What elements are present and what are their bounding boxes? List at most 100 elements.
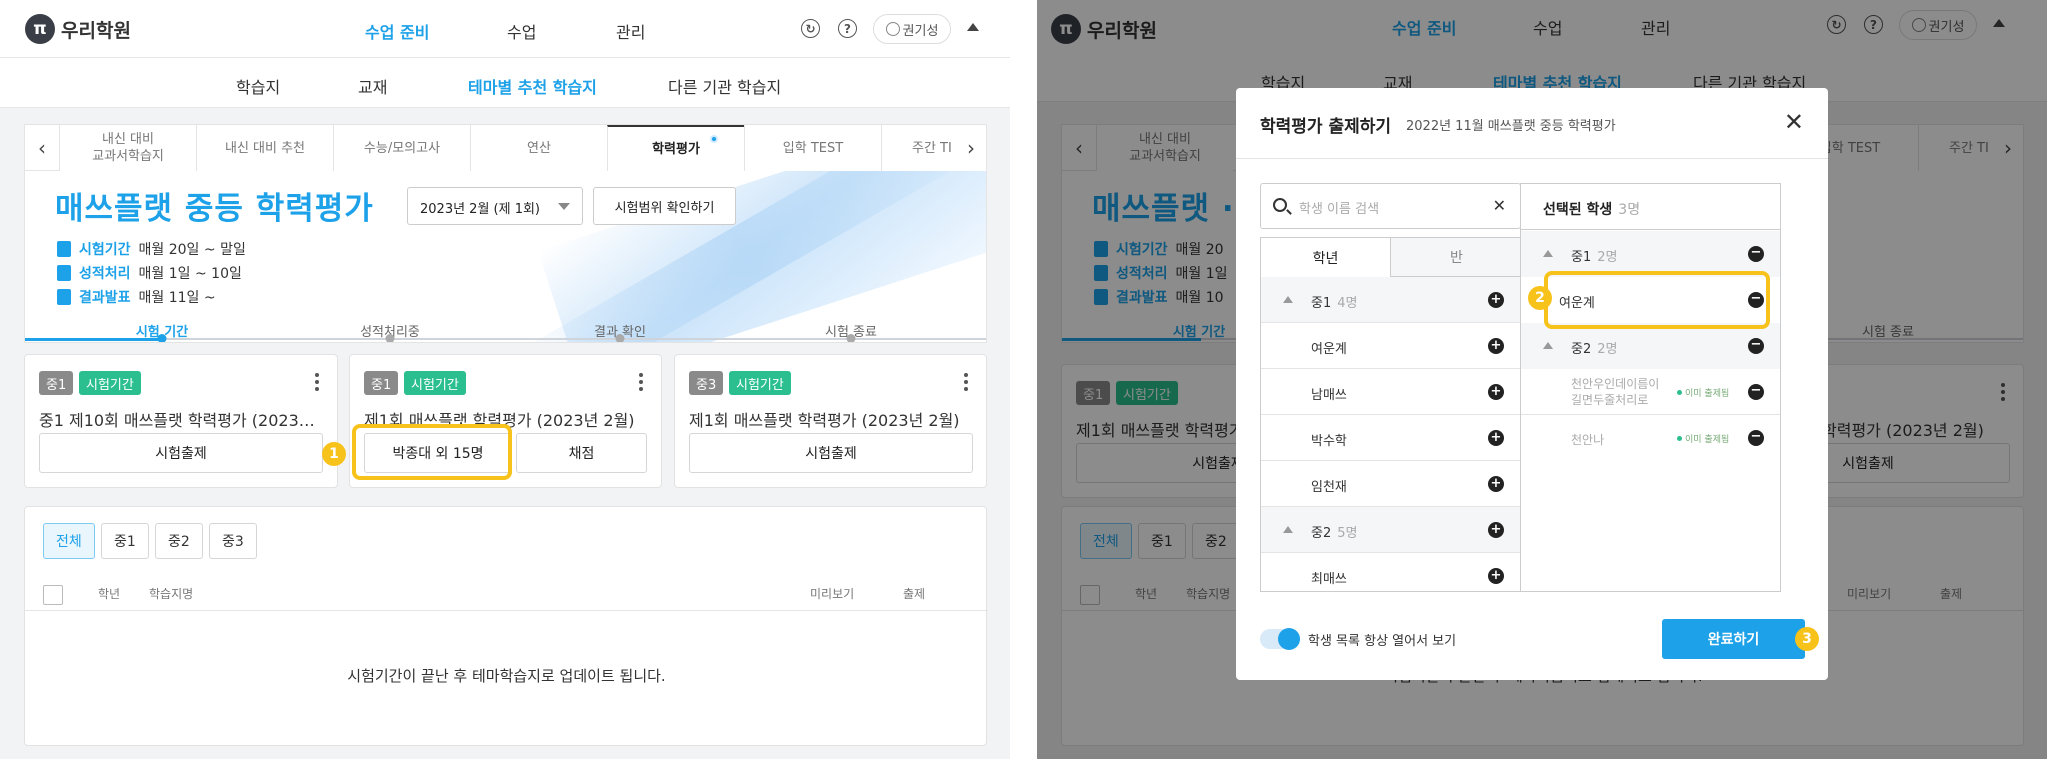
modal-title: 학력평가 출제하기 [1260, 117, 1392, 137]
more-icon[interactable] [315, 373, 319, 391]
group-name: 중1 [1311, 296, 1332, 311]
filter-all[interactable]: 전체 [43, 523, 95, 559]
step-dot [157, 334, 167, 342]
tab-entrance[interactable]: 입학 TEST [744, 125, 881, 171]
grade-button[interactable]: 채점 [516, 433, 647, 473]
close-icon[interactable]: ✕ [1784, 110, 1804, 134]
more-icon[interactable] [639, 373, 643, 391]
card-title: 중1 제10회 매쓰플랫 학력평가 (2023년 2... [39, 411, 327, 430]
collapse-caret-icon[interactable] [967, 23, 979, 31]
done-button[interactable]: 완료하기 [1662, 619, 1805, 659]
worksheet-list: 전체 중1 중2 중3 학년 학습지명 미리보기 출제 시험기간이 끝난 후 테… [24, 506, 988, 746]
add-icon[interactable]: + [1488, 292, 1504, 308]
student-search-input[interactable]: 학생 이름 검색 ✕ [1260, 183, 1521, 229]
list-group[interactable]: 중1 4명 + [1261, 277, 1520, 323]
filter-m3[interactable]: 중3 [209, 523, 257, 559]
student-name: 박수학 [1311, 434, 1347, 449]
add-icon[interactable]: + [1488, 338, 1504, 354]
logo[interactable]: π 우리학원 [25, 14, 131, 44]
tab-arithmetic[interactable]: 연산 [470, 125, 607, 171]
user-name: 권기성 [902, 23, 939, 39]
step-dot [615, 334, 625, 342]
search-placeholder: 학생 이름 검색 [1299, 202, 1380, 217]
create-exam-button[interactable]: 시험출제 [39, 433, 323, 473]
refresh-icon[interactable]: ↻ [801, 19, 820, 38]
collapse-icon[interactable] [1283, 526, 1293, 533]
exam-round-select[interactable]: 2023년 2월 (제 1회) [407, 187, 583, 225]
subnav-textbook[interactable]: 교재 [358, 74, 387, 98]
add-icon[interactable]: + [1488, 384, 1504, 400]
help-icon[interactable]: ? [838, 19, 857, 38]
filter-m1[interactable]: 중1 [101, 523, 149, 559]
tab-next-arrow-icon[interactable]: › [954, 125, 986, 171]
create-exam-button[interactable]: 시험출제 [689, 433, 973, 473]
group-count: 2명 [1597, 342, 1618, 357]
collapse-icon[interactable] [1543, 342, 1553, 349]
tab-class[interactable]: 반 [1391, 238, 1520, 277]
selected-title: 선택된 학생 [1543, 202, 1613, 218]
col-assign: 출제 [903, 587, 926, 601]
toggle-knob [1278, 628, 1300, 650]
always-open-toggle[interactable] [1260, 628, 1300, 650]
tab-school-recommend[interactable]: 내신 대비 추천 [196, 125, 333, 171]
list-item[interactable]: 남매쓰 + [1261, 369, 1520, 415]
assign-exam-modal: 학력평가 출제하기 2022년 11월 매쓰플랫 중등 학력평가 ✕ 학생 이름… [1236, 88, 1828, 680]
nav-class[interactable]: 수업 [507, 19, 536, 43]
info-result: 결과발표 매월 11일 ~ [57, 287, 216, 307]
clear-icon[interactable]: ✕ [1493, 196, 1506, 215]
student-name: 천안우인데이름이 길면두줄처리로 [1571, 377, 1660, 407]
list-group[interactable]: 중2 5명 + [1261, 507, 1520, 553]
add-icon[interactable]: + [1488, 568, 1504, 584]
selected-item[interactable]: 천안우인데이름이 길면두줄처리로 이미 출제됨 − [1521, 369, 1780, 415]
nav-prep[interactable]: 수업 준비 [365, 19, 429, 43]
add-icon[interactable]: + [1488, 430, 1504, 446]
add-icon[interactable]: + [1488, 476, 1504, 492]
top-bar: π 우리학원 수업 준비 수업 관리 ↻ ? 권기성 [0, 0, 1010, 58]
list-item[interactable]: 임천재 + [1261, 461, 1520, 507]
student-name: 남매쓰 [1311, 388, 1347, 403]
student-name: 임천재 [1311, 480, 1347, 495]
exam-card: 중3 시험기간 제1회 매쓰플랫 학력평가 (2023년 2월) 시험출제 [674, 354, 987, 488]
highlight-box [352, 424, 512, 480]
filter-m2[interactable]: 중2 [155, 523, 203, 559]
more-icon[interactable] [964, 373, 968, 391]
tab-weekly[interactable]: 주간 TI [881, 125, 954, 171]
info-label: 결과발표 [79, 290, 131, 306]
divider [1236, 158, 1828, 159]
nav-manage[interactable]: 관리 [616, 19, 645, 43]
list-item[interactable]: 박수학 + [1261, 415, 1520, 461]
tab-prev-arrow-icon[interactable]: ‹ [25, 125, 59, 171]
tab-csat[interactable]: 수능/모의고사 [333, 125, 470, 171]
card-title: 제1회 매쓰플랫 학력평가 (2023년 2월) [689, 411, 960, 430]
group-name: 중2 [1311, 526, 1332, 541]
selected-item[interactable]: 천안나 이미 출제됨 − [1521, 415, 1780, 461]
collapse-icon[interactable] [1283, 296, 1293, 303]
status-badge: 시험기간 [729, 371, 791, 395]
tab-school-textbook[interactable]: 내신 대비 교과서학습지 [59, 125, 196, 171]
user-icon [885, 22, 900, 36]
remove-icon[interactable]: − [1748, 338, 1764, 354]
group-name: 중1 [1571, 250, 1592, 265]
select-all-checkbox[interactable] [43, 585, 63, 605]
remove-icon[interactable]: − [1748, 430, 1764, 446]
list-item[interactable]: 최매쓰 + [1261, 553, 1520, 591]
subnav-theme[interactable]: 테마별 추천 학습지 [468, 74, 597, 98]
student-name: 최매쓰 [1311, 572, 1347, 587]
add-icon[interactable]: + [1488, 522, 1504, 538]
tab-achievement[interactable]: 학력평가 [607, 125, 744, 171]
calendar-icon [57, 289, 71, 305]
check-range-button[interactable]: 시험범위 확인하기 [593, 187, 736, 225]
list-item[interactable]: 여운계 + [1261, 323, 1520, 369]
user-menu[interactable]: 권기성 [873, 14, 951, 44]
selected-group[interactable]: 중2 2명 − [1521, 323, 1780, 369]
selected-count: 3명 [1618, 202, 1641, 218]
tab-grade[interactable]: 학년 [1261, 238, 1391, 277]
col-grade: 학년 [98, 587, 121, 601]
remove-icon[interactable]: − [1748, 246, 1764, 262]
subnav-other[interactable]: 다른 기관 학습지 [668, 74, 781, 98]
status-badge: 시험기간 [79, 371, 141, 395]
subnav-worksheet[interactable]: 학습지 [236, 74, 280, 98]
group-name: 중2 [1571, 342, 1592, 357]
remove-icon[interactable]: − [1748, 384, 1764, 400]
collapse-icon[interactable] [1543, 250, 1553, 257]
